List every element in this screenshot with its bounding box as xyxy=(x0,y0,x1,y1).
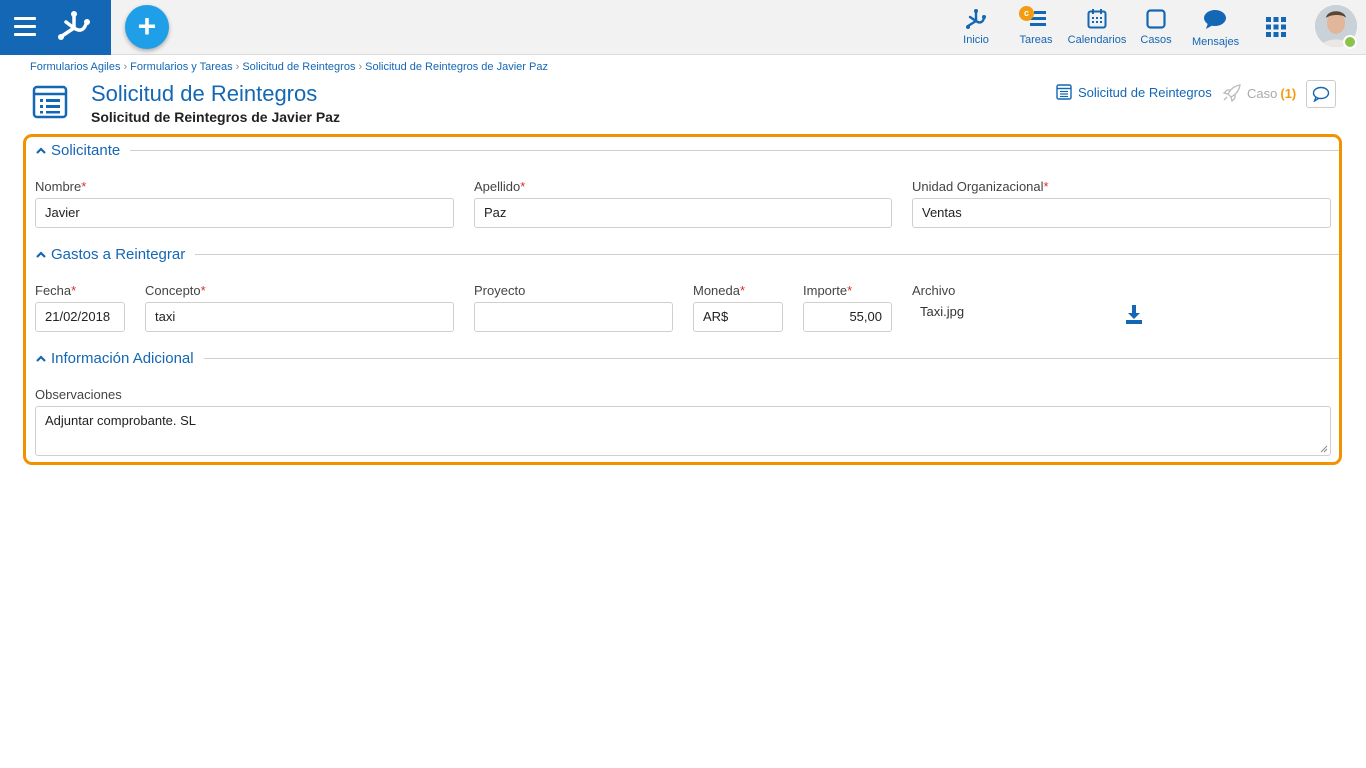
required-marker: * xyxy=(847,283,853,298)
apellido-label: Apellido* xyxy=(474,179,525,194)
unidad-input[interactable]: Ventas xyxy=(912,198,1331,228)
page-title: Solicitud de Reintegros xyxy=(91,81,318,106)
tasks-badge: c xyxy=(1019,6,1034,21)
section-divider xyxy=(203,358,1339,359)
section-info-header[interactable]: Información Adicional xyxy=(35,350,1339,367)
breadcrumb-item[interactable]: Solicitud de Reintegros xyxy=(242,61,355,73)
messages-icon xyxy=(1204,10,1226,29)
nav-casos[interactable]: Casos xyxy=(1140,6,1172,46)
section-title: Solicitante xyxy=(51,142,121,159)
online-status-indicator xyxy=(1343,35,1357,49)
breadcrumb-separator-icon: › xyxy=(235,61,240,73)
comment-button[interactable] xyxy=(1306,80,1336,108)
nav-mensajes-label: Mensajes xyxy=(1192,36,1240,48)
breadcrumb-separator-icon: › xyxy=(358,61,363,73)
form-link[interactable]: Solicitud de Reintegros xyxy=(1056,84,1212,100)
apellido-label-text: Apellido xyxy=(474,179,521,194)
nombre-label-text: Nombre xyxy=(35,179,82,194)
proyecto-label: Proyecto xyxy=(474,283,526,298)
home-network-icon xyxy=(966,9,986,29)
nombre-label: Nombre* xyxy=(35,179,86,194)
add-button[interactable]: + xyxy=(125,5,169,49)
fecha-label: Fecha* xyxy=(35,283,76,298)
chevron-up-icon xyxy=(36,146,46,154)
apps-grid-icon[interactable] xyxy=(1266,17,1286,37)
nav-tareas-label: Tareas xyxy=(1019,34,1053,46)
comment-icon xyxy=(1312,86,1330,102)
page-subtitle: Solicitud de Reintegros de Javier Paz xyxy=(91,109,340,125)
concepto-input[interactable]: taxi xyxy=(145,302,454,332)
required-marker: * xyxy=(520,179,526,194)
hamburger-menu-icon[interactable] xyxy=(14,17,36,37)
resize-handle-icon[interactable] xyxy=(1319,444,1328,453)
breadcrumb: Formularios Agiles › Formularios y Tareas ›… xyxy=(30,61,548,73)
required-marker: * xyxy=(81,179,87,194)
case-link[interactable]: Caso (1) xyxy=(1222,84,1296,102)
archivo-label: Archivo xyxy=(912,283,956,298)
unidad-label: Unidad Organizacional* xyxy=(912,179,1049,194)
brand-block xyxy=(0,0,111,55)
nombre-input[interactable]: Javier xyxy=(35,198,454,228)
concepto-label: Concepto* xyxy=(145,283,206,298)
importe-label: Importe* xyxy=(803,283,852,298)
nav-mensajes[interactable]: Mensajes xyxy=(1192,6,1240,48)
proyecto-input[interactable] xyxy=(474,302,673,332)
nav-casos-label: Casos xyxy=(1140,34,1172,46)
nav-calendarios[interactable]: Calendarios xyxy=(1067,6,1127,46)
importe-label-text: Importe xyxy=(803,283,848,298)
cases-icon xyxy=(1146,9,1166,29)
chevron-up-icon xyxy=(36,354,46,362)
nav-inicio[interactable]: Inicio xyxy=(960,6,992,46)
observaciones-text: Adjuntar comprobante. SL xyxy=(45,413,197,428)
required-marker: * xyxy=(200,283,206,298)
breadcrumb-item[interactable]: Solicitud de Reintegros de Javier Paz xyxy=(365,61,548,73)
rocket-icon xyxy=(1222,84,1241,102)
moneda-input[interactable]: AR$ xyxy=(693,302,783,332)
form-container: Solicitante Nombre* Javier Apellido* Paz… xyxy=(23,134,1342,465)
unidad-label-text: Unidad Organizacional xyxy=(912,179,1044,194)
case-count: (1) xyxy=(1280,85,1297,101)
section-gastos-header[interactable]: Gastos a Reintegrar xyxy=(35,246,1339,263)
nav-inicio-label: Inicio xyxy=(963,34,989,46)
download-icon[interactable] xyxy=(1125,304,1143,324)
breadcrumb-separator-icon: › xyxy=(123,61,128,73)
fecha-label-text: Fecha xyxy=(35,283,72,298)
form-link-label: Solicitud de Reintegros xyxy=(1078,84,1212,100)
form-icon xyxy=(32,85,68,119)
calendar-icon xyxy=(1087,9,1107,29)
section-divider xyxy=(195,254,1339,255)
breadcrumb-item[interactable]: Formularios y Tareas xyxy=(130,61,233,73)
plus-icon: + xyxy=(137,7,157,44)
importe-input[interactable]: 55,00 xyxy=(803,302,892,332)
apellido-input[interactable]: Paz xyxy=(474,198,892,228)
section-title: Gastos a Reintegrar xyxy=(51,246,186,263)
required-marker: * xyxy=(1043,179,1049,194)
fecha-input[interactable]: 21/02/2018 xyxy=(35,302,125,332)
required-marker: * xyxy=(71,283,77,298)
observaciones-label: Observaciones xyxy=(35,387,122,402)
nav-tareas[interactable]: c Tareas xyxy=(1018,6,1054,46)
moneda-label: Moneda* xyxy=(693,283,745,298)
archivo-file-name[interactable]: Taxi.jpg xyxy=(920,304,964,319)
breadcrumb-item[interactable]: Formularios Agiles xyxy=(30,61,120,73)
concepto-label-text: Concepto xyxy=(145,283,201,298)
section-solicitante-header[interactable]: Solicitante xyxy=(35,142,1339,159)
logo-icon[interactable] xyxy=(56,8,92,44)
required-marker: * xyxy=(739,283,746,298)
observaciones-textarea[interactable]: Adjuntar comprobante. SL xyxy=(35,406,1331,456)
chevron-up-icon xyxy=(36,250,46,258)
nav-calendarios-label: Calendarios xyxy=(1067,34,1127,46)
section-title: Información Adicional xyxy=(51,350,194,367)
moneda-label-text: Moneda xyxy=(693,283,740,298)
section-divider xyxy=(130,150,1339,151)
case-label: Caso xyxy=(1247,85,1278,101)
top-bar: + Inicio c Tareas Calendarios Casos Mens… xyxy=(0,0,1366,55)
form-small-icon xyxy=(1056,84,1072,100)
